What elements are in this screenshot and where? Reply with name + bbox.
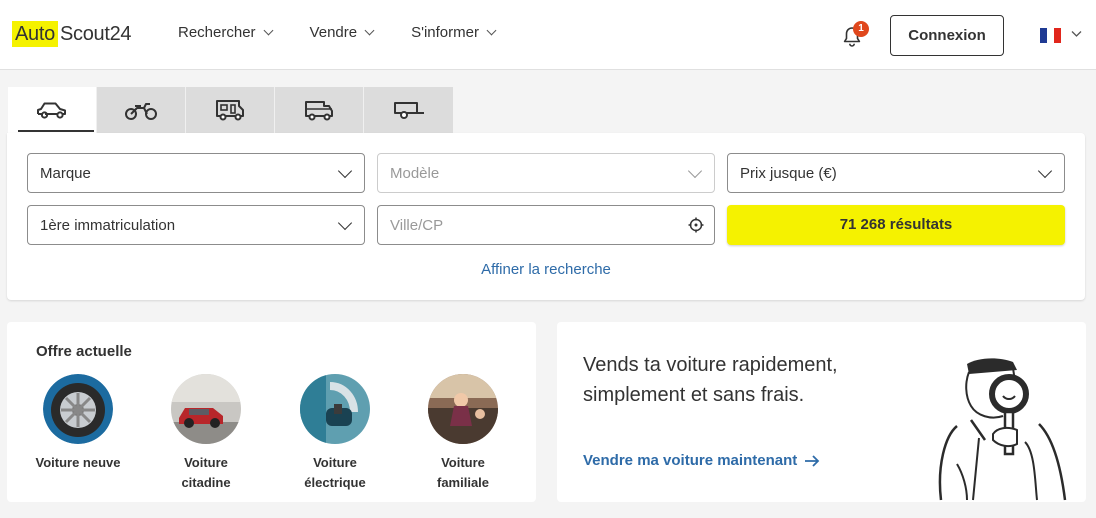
tab-trailer[interactable] [364,87,453,133]
show-results-button[interactable]: 71 268 résultats [727,205,1065,245]
offers-title: Offre actuelle [36,343,132,360]
nav-rechercher-label: Rechercher [178,24,256,41]
offer-family-car[interactable]: Voiture familiale [398,374,528,493]
offer-label-line2: citadine [181,475,231,490]
tab-camper[interactable] [186,87,275,133]
chevron-down-icon [1037,163,1053,179]
main-nav: Rechercher Vendre S'informer [178,24,533,41]
chevron-down-icon [687,163,703,179]
autoscout24-logo[interactable]: Auto Scout24 [12,20,132,48]
registration-select-value: 1ère immatriculation [40,216,176,234]
logo-part-auto: Auto [12,21,58,47]
logo-part-scout: Scout24 [59,22,132,45]
camper-icon [216,100,244,121]
current-offers-card: Offre actuelle Voiture neuve Voiture cit… [7,322,536,502]
chevron-down-icon [337,163,353,179]
chevron-down-icon [337,215,353,231]
trailer-icon [393,102,424,119]
tab-car[interactable] [8,87,97,133]
vehicle-type-tabs [8,87,453,133]
offer-label: Voiture [441,455,485,470]
van-icon [305,101,333,121]
price-select[interactable]: Prix jusque (€) [727,153,1065,193]
offer-label: Voiture neuve [35,455,121,470]
car-icon [37,102,66,119]
login-button[interactable]: Connexion [890,15,1004,56]
electric-car-charging-image [300,374,370,444]
locate-icon[interactable] [688,217,704,233]
price-select-value: Prix jusque (€) [740,164,837,182]
model-select[interactable]: Modèle [377,153,715,193]
sell-title: Vends ta voiture rapidement, simplement … [583,354,838,406]
refine-search-link[interactable]: Affiner la recherche [7,261,1085,278]
top-header: Auto Scout24 Rechercher Vendre S'informer… [0,0,1096,70]
sell-car-link-label: Vendre ma voiture maintenant [583,452,798,469]
search-panel: Marque Modèle Prix jusque (€) 1ère immat… [7,133,1085,300]
france-flag-icon[interactable] [1040,28,1061,43]
family-car-image [428,374,498,444]
nav-sinformer-label: S'informer [411,24,479,41]
nav-rechercher[interactable]: Rechercher [178,24,273,41]
chevron-down-icon [364,25,375,36]
nav-sinformer[interactable]: S'informer [411,24,497,41]
arrow-right-icon [805,454,820,467]
offer-city-car[interactable]: Voiture citadine [141,374,271,493]
chevron-down-icon [263,25,273,36]
detective-magnifier-illustration [938,358,1067,501]
motorcycle-icon [125,103,157,120]
model-select-value: Modèle [390,164,440,182]
registration-select[interactable]: 1ère immatriculation [27,205,365,245]
location-field[interactable] [377,205,715,245]
offer-label: Voiture [313,455,357,470]
offer-new-car[interactable]: Voiture neuve [13,374,143,473]
nav-vendre[interactable]: Vendre [309,24,375,41]
offer-electric-car[interactable]: Voiture électrique [270,374,400,493]
offer-label-line2: familiale [436,475,490,490]
location-input[interactable] [390,216,680,234]
sell-car-link[interactable]: Vendre ma voiture maintenant [583,452,820,469]
new-car-wheel-image [43,374,113,444]
chevron-down-icon [486,25,497,36]
city-car-image [171,374,241,444]
brand-select[interactable]: Marque [27,153,365,193]
offer-label: Voiture [184,455,228,470]
tab-motorcycle[interactable] [97,87,186,133]
chevron-down-icon[interactable] [1071,30,1082,38]
notification-badge: 1 [853,21,869,37]
tab-van[interactable] [275,87,364,133]
nav-vendre-label: Vendre [309,24,358,41]
sell-car-card: Vends ta voiture rapidement, simplement … [557,322,1086,502]
brand-select-value: Marque [40,164,91,182]
offer-label-line2: électrique [304,475,366,490]
